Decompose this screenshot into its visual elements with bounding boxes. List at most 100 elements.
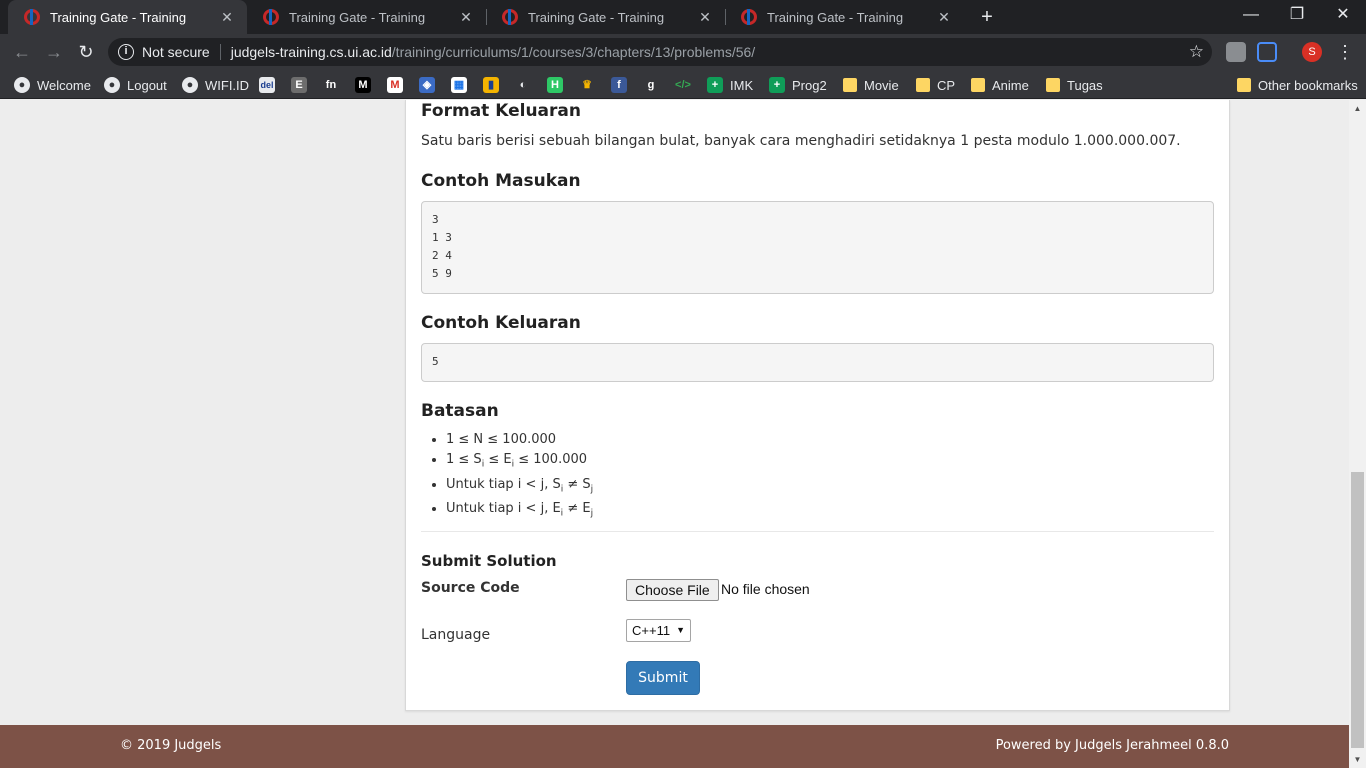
output-format-text: Satu baris berisi sebuah bilangan bulat,… [421, 133, 1181, 149]
bookmark-welcome[interactable]: ● Welcome [14, 75, 91, 95]
bookmark-game[interactable]: ◐ [515, 75, 538, 95]
language-select[interactable]: C++11 ▼ [626, 619, 691, 642]
g-icon: g [647, 79, 655, 91]
bookmark-logout[interactable]: ● Logout [104, 75, 167, 95]
constraint-text: ≤ 100.000 [514, 452, 588, 467]
constraint-text: ≠ S [563, 476, 591, 492]
tab-2[interactable]: Training Gate - Training ✕ [247, 0, 486, 34]
info-icon[interactable]: i [118, 44, 134, 60]
language-selected-value: C++11 [632, 623, 671, 638]
close-window-button[interactable]: ✕ [1320, 0, 1366, 30]
sample-output-heading: Contoh Keluaran [421, 313, 581, 333]
chat-extension-icon[interactable] [1226, 42, 1246, 62]
tab-title: Training Gate - Training [528, 9, 665, 25]
submit-solution-heading: Submit Solution [421, 552, 557, 570]
constraint-subscript: j [590, 484, 594, 495]
sample-output-block: 5 [421, 343, 1214, 382]
scroll-up-icon[interactable]: ▲ [1349, 100, 1366, 117]
codeforces-icon: ◈ [419, 77, 435, 93]
forward-button[interactable]: → [42, 40, 66, 64]
tab-4[interactable]: Training Gate - Training ✕ [725, 0, 964, 34]
folder-icon [916, 78, 930, 92]
bookmark-chart[interactable]: ▮ [483, 75, 506, 95]
url-path[interactable]: /training/curriculums/1/courses/3/chapte… [392, 44, 755, 60]
medium-icon: M [355, 77, 371, 93]
constraint-item: Untuk tiap i < j, Ei ≠ Ej [446, 499, 593, 524]
bookmark-trophy[interactable]: ♛ [579, 75, 602, 95]
language-label: Language [421, 627, 491, 643]
bookmark-folder-anime[interactable]: Anime [971, 75, 1029, 95]
section-divider [421, 531, 1214, 532]
profile-avatar[interactable]: S [1302, 42, 1322, 62]
bookmark-fn[interactable]: fn [323, 75, 346, 95]
facebook-icon: f [611, 77, 627, 93]
bookmark-label: Other bookmarks [1258, 77, 1358, 93]
bookmark-label: WIFI.ID [205, 77, 250, 93]
judgels-favicon-icon [502, 9, 518, 25]
constraint-subscript: j [590, 508, 594, 519]
reload-button[interactable]: ↻ [74, 40, 98, 64]
url-host[interactable]: judgels-training.cs.ui.ac.id [231, 44, 392, 60]
game-icon: ◐ [519, 79, 527, 91]
constraint-text: 1 ≤ S [446, 452, 482, 467]
tab-close-icon[interactable]: ✕ [219, 9, 235, 26]
sample-input-block: 3 1 3 2 4 5 9 [421, 201, 1214, 294]
choose-file-button[interactable]: Choose File [626, 579, 719, 601]
bookmark-g[interactable]: g [643, 75, 666, 95]
bookmark-prog2[interactable]: + Prog2 [769, 75, 827, 95]
maximize-button[interactable]: ❐ [1274, 0, 1320, 30]
tab-3[interactable]: Training Gate - Training ✕ [486, 0, 725, 34]
bookmark-label: Movie [864, 77, 899, 93]
security-label[interactable]: Not secure [142, 44, 210, 60]
file-status-text: No file chosen [721, 581, 810, 597]
bookmark-wifi-id[interactable]: ● WIFI.ID [182, 75, 249, 95]
bookmark-hackerrank[interactable]: H [547, 75, 570, 95]
bookmark-calendar[interactable]: ▦ [451, 75, 474, 95]
constraints-heading: Batasan [421, 401, 499, 421]
hackerrank-icon: H [547, 77, 563, 93]
judgels-favicon-icon [741, 9, 757, 25]
address-bar[interactable]: i Not secure judgels-training.cs.ui.ac.i… [108, 38, 1212, 66]
submit-button[interactable]: Submit [626, 661, 700, 695]
folder-icon [1237, 78, 1251, 92]
scroll-thumb[interactable] [1351, 472, 1364, 748]
browser-menu-icon[interactable]: ⋮ [1336, 40, 1354, 64]
scroll-down-icon[interactable]: ▼ [1349, 751, 1366, 768]
constraint-text: 1 ≤ N ≤ 100.000 [446, 432, 557, 447]
tab-close-icon[interactable]: ✕ [936, 9, 952, 26]
bookmark-star-icon[interactable]: ☆ [1189, 42, 1204, 62]
vertical-scrollbar[interactable]: ▲ ▼ [1349, 100, 1366, 768]
bookmark-excel[interactable]: E [291, 75, 314, 95]
bookmarks-bar: ● Welcome ● Logout ● WIFI.ID del E fn M M ◈… [0, 70, 1366, 99]
constraint-text: ≠ E [563, 501, 591, 517]
bookmark-folder-movie[interactable]: Movie [843, 75, 899, 95]
back-button[interactable]: ← [10, 40, 34, 64]
bookmark-folder-cp[interactable]: CP [916, 75, 955, 95]
tab-strip: Training Gate - Training ✕ Training Gate… [0, 0, 1366, 34]
chevron-down-icon: ▼ [676, 625, 685, 635]
bookmark-codeforces[interactable]: ◈ [419, 75, 442, 95]
tab-close-icon[interactable]: ✕ [458, 9, 474, 26]
bookmark-del[interactable]: del [259, 75, 282, 95]
bookmark-gmail[interactable]: M [387, 75, 410, 95]
constraint-text: Untuk tiap i < j, S [446, 476, 561, 492]
bookmark-label: CP [937, 77, 956, 93]
bookmark-label: Logout [127, 77, 167, 93]
bookmark-imk[interactable]: + IMK [707, 75, 753, 95]
judgels-favicon-icon [263, 9, 279, 25]
minimize-button[interactable]: — [1228, 0, 1274, 30]
bookmark-folder-tugas[interactable]: Tugas [1046, 75, 1103, 95]
output-format-heading: Format Keluaran [421, 101, 581, 121]
globe-icon: ● [104, 77, 120, 93]
other-bookmarks[interactable]: Other bookmarks [1237, 75, 1358, 95]
bookmark-code[interactable]: </> [675, 75, 698, 95]
tab-1[interactable]: Training Gate - Training ✕ [8, 0, 247, 34]
page-viewport: Format Keluaran Satu baris berisi sebuah… [0, 100, 1349, 768]
link-extension-icon[interactable] [1257, 42, 1277, 62]
bookmark-facebook[interactable]: f [611, 75, 634, 95]
new-tab-button[interactable]: + [977, 4, 997, 30]
chart-icon: ▮ [483, 77, 499, 93]
tab-close-icon[interactable]: ✕ [697, 9, 713, 26]
bookmark-medium[interactable]: M [355, 75, 378, 95]
fn-icon: fn [325, 79, 337, 91]
